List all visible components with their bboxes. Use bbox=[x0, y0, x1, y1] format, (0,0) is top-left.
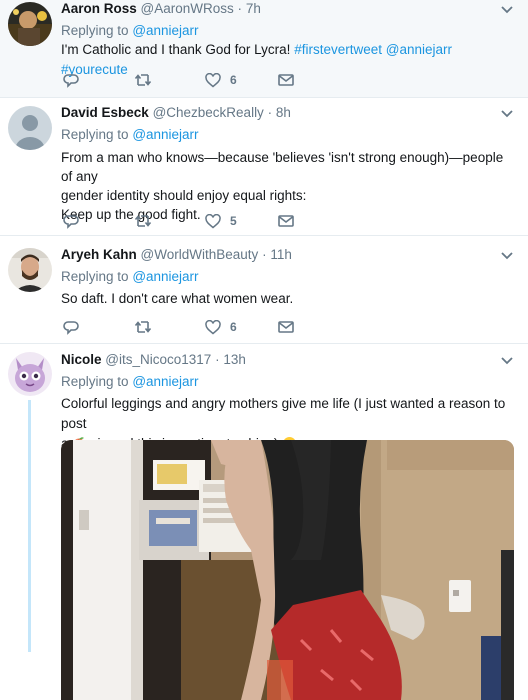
like-count: 6 bbox=[230, 320, 237, 334]
replying-to-label: Replying to bbox=[61, 269, 129, 284]
tweet-nicole[interactable]: Nicole @its_Nicoco1317 · 13h Replying to… bbox=[0, 344, 528, 700]
author-handle[interactable]: @WorldWithBeauty bbox=[141, 247, 259, 262]
author-handle[interactable]: @ChezbeckReally bbox=[153, 105, 264, 120]
avatar[interactable] bbox=[8, 352, 52, 396]
action-bar: 5 bbox=[61, 212, 361, 230]
author-name[interactable]: Aryeh Kahn bbox=[61, 247, 137, 262]
text-line: Colorful leggings and angry mothers give… bbox=[61, 396, 506, 431]
action-bar: 6 bbox=[61, 71, 361, 89]
text-line: From a man who knows—because 'believes '… bbox=[61, 150, 504, 184]
tweet-text: So daft. I don't care what women wear. bbox=[61, 291, 294, 306]
retweet-icon bbox=[134, 215, 152, 227]
text-segment: I'm Catholic and I thank God for Lycra! bbox=[61, 42, 295, 57]
like-count: 5 bbox=[230, 214, 237, 228]
chevron-down-icon[interactable] bbox=[500, 5, 514, 15]
thread-connector bbox=[28, 400, 31, 652]
like-count: 6 bbox=[230, 73, 237, 87]
heart-icon bbox=[205, 319, 221, 334]
chevron-down-icon[interactable] bbox=[500, 251, 514, 261]
reply-mention-link[interactable]: @anniejarr bbox=[132, 127, 198, 142]
replying-to-label: Replying to bbox=[61, 23, 129, 38]
reply-button[interactable] bbox=[63, 212, 79, 230]
reply-mention-link[interactable]: @anniejarr bbox=[132, 269, 198, 284]
direct-message-button[interactable] bbox=[278, 71, 294, 89]
like-button[interactable]: 6 bbox=[205, 318, 237, 336]
envelope-icon bbox=[278, 321, 294, 333]
like-button[interactable]: 5 bbox=[205, 212, 237, 230]
like-button[interactable]: 6 bbox=[205, 71, 237, 89]
timestamp[interactable]: 7h bbox=[246, 1, 261, 16]
reply-button[interactable] bbox=[63, 318, 79, 336]
separator-dot: · bbox=[215, 352, 220, 367]
avatar[interactable] bbox=[8, 2, 52, 46]
author-name[interactable]: Aaron Ross bbox=[61, 1, 137, 16]
hashtag-link[interactable]: #firstevertweet bbox=[294, 42, 382, 57]
separator-dot: · bbox=[267, 105, 273, 120]
reply-context: Replying to @anniejarr bbox=[61, 268, 199, 286]
avatar[interactable] bbox=[8, 248, 52, 292]
retweet-button[interactable] bbox=[134, 318, 152, 336]
timestamp[interactable]: 8h bbox=[276, 105, 291, 120]
separator-dot: · bbox=[237, 1, 243, 16]
chevron-down-icon[interactable] bbox=[500, 356, 514, 366]
photo-image bbox=[61, 440, 514, 700]
envelope-icon bbox=[278, 215, 294, 227]
separator-dot: · bbox=[262, 247, 267, 262]
replying-to-label: Replying to bbox=[61, 127, 129, 142]
heart-icon bbox=[205, 213, 221, 228]
action-bar: 6 bbox=[61, 318, 361, 336]
mention-link[interactable]: @anniejarr bbox=[386, 42, 452, 57]
reply-icon bbox=[63, 321, 79, 335]
retweet-button[interactable] bbox=[134, 71, 152, 89]
reply-context: Replying to @anniejarr bbox=[61, 373, 199, 391]
chevron-down-icon[interactable] bbox=[500, 109, 514, 119]
author-handle[interactable]: @AaronWRoss bbox=[141, 1, 234, 16]
retweet-icon bbox=[134, 74, 152, 86]
retweet-icon bbox=[134, 321, 152, 333]
reply-icon bbox=[63, 215, 79, 229]
tweet-david-esbeck[interactable]: David Esbeck @ChezbeckReally · 8h Replyi… bbox=[0, 98, 528, 236]
tweet-aryeh-kahn[interactable]: Aryeh Kahn @WorldWithBeauty · 11h Replyi… bbox=[0, 236, 528, 344]
reply-mention-link[interactable]: @anniejarr bbox=[132, 374, 198, 389]
text-line: gender identity should enjoy equal right… bbox=[61, 188, 307, 203]
reply-icon bbox=[63, 74, 79, 88]
tweet-aaron-ross[interactable]: Aaron Ross @AaronWRoss · 7h Replying to … bbox=[0, 0, 528, 98]
reply-context: Replying to @anniejarr bbox=[61, 126, 199, 144]
timestamp[interactable]: 11h bbox=[270, 247, 292, 262]
envelope-icon bbox=[278, 74, 294, 86]
heart-icon bbox=[205, 72, 221, 87]
reply-button[interactable] bbox=[63, 71, 79, 89]
author-name[interactable]: Nicole bbox=[61, 352, 102, 367]
author-handle[interactable]: @its_Nicoco1317 bbox=[105, 352, 211, 367]
timestamp[interactable]: 13h bbox=[223, 352, 246, 367]
avatar[interactable] bbox=[8, 106, 52, 150]
direct-message-button[interactable] bbox=[278, 318, 294, 336]
tweet-photo[interactable] bbox=[61, 440, 514, 700]
replying-to-label: Replying to bbox=[61, 374, 129, 389]
retweet-button[interactable] bbox=[134, 212, 152, 230]
reply-mention-link[interactable]: @anniejarr bbox=[132, 23, 198, 38]
author-name[interactable]: David Esbeck bbox=[61, 105, 149, 120]
reply-context: Replying to @anniejarr bbox=[61, 22, 199, 40]
direct-message-button[interactable] bbox=[278, 212, 294, 230]
